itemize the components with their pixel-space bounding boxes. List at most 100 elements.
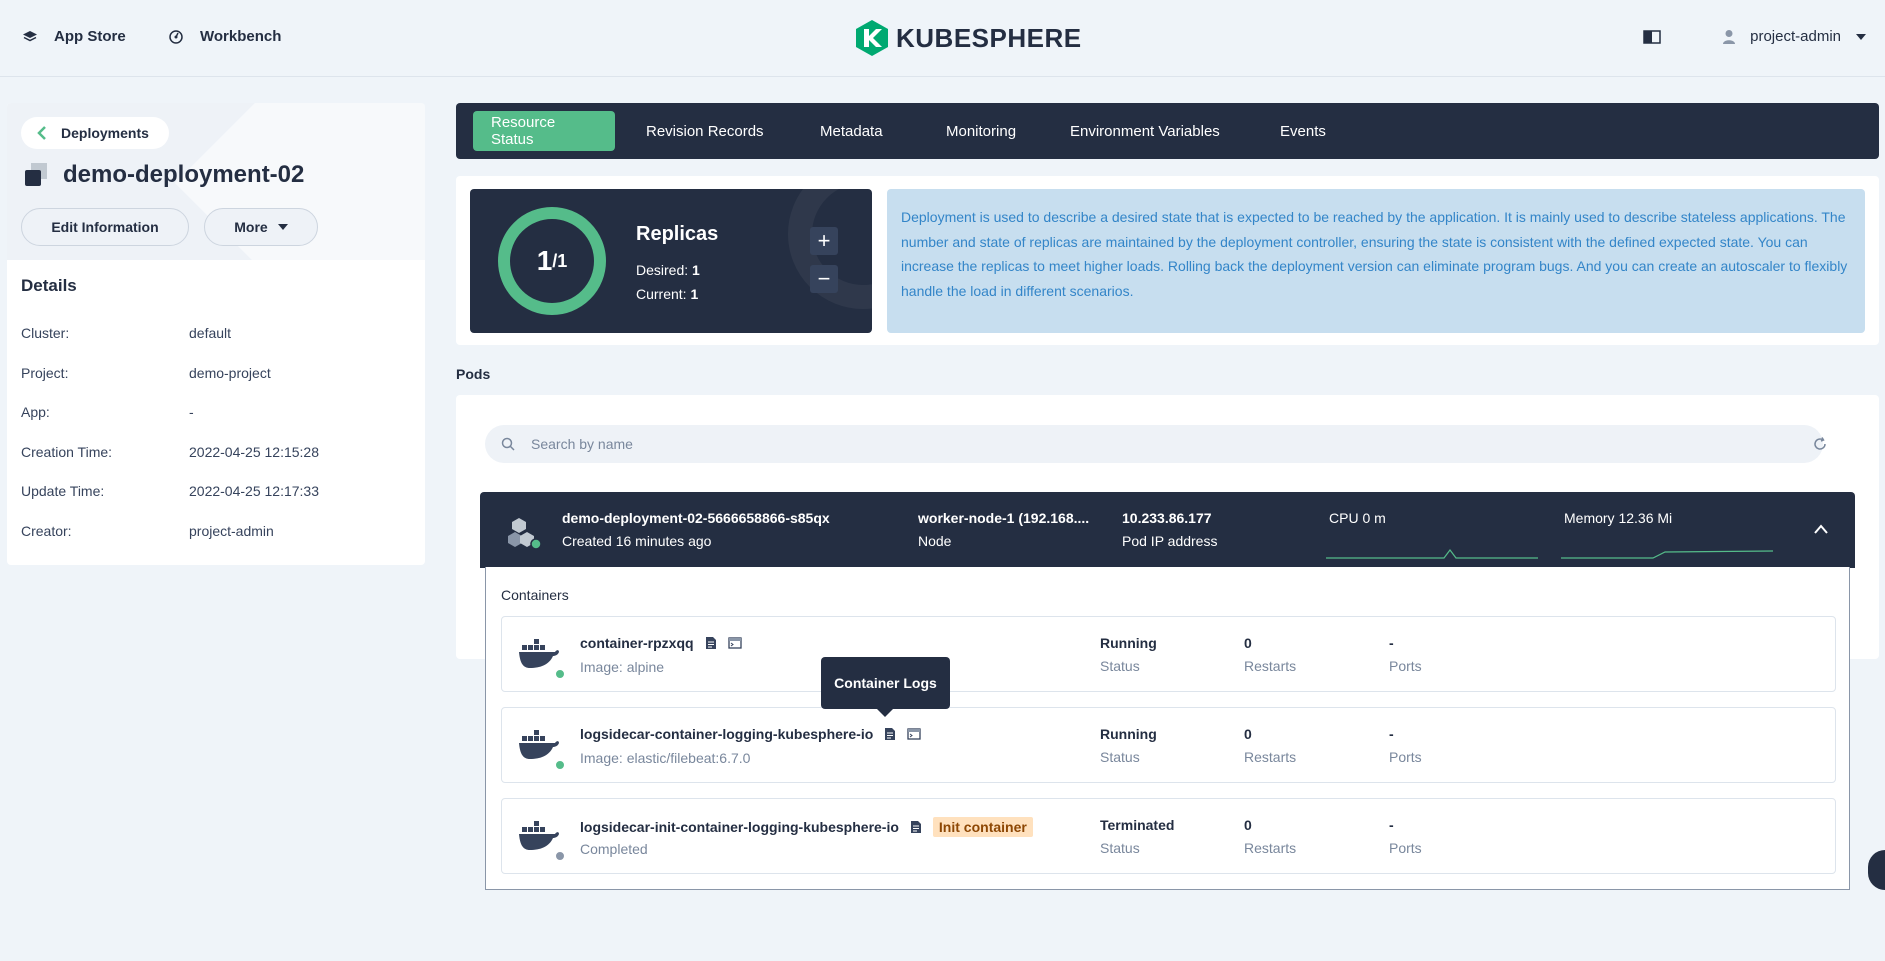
pod-ip-label: Pod IP address bbox=[1122, 533, 1218, 549]
restarts-label: Restarts bbox=[1244, 749, 1297, 765]
terminal-icon[interactable] bbox=[907, 727, 921, 741]
top-navbar: App Store Workbench KUBESPHERE project-a… bbox=[0, 0, 1885, 77]
detail-value: 2022-04-25 12:15:28 bbox=[189, 444, 319, 460]
container-name: container-rpzxqq bbox=[580, 635, 742, 651]
docker-icon bbox=[519, 730, 559, 759]
tab-events[interactable]: Events bbox=[1262, 111, 1344, 151]
workbench-label: Workbench bbox=[200, 28, 282, 45]
tab-resource-status[interactable]: Resource Status bbox=[473, 111, 615, 151]
deployment-description: Deployment is used to describe a desired… bbox=[887, 189, 1865, 333]
pod-node-label: Node bbox=[918, 533, 952, 549]
plus-icon: + bbox=[817, 228, 831, 253]
app-store-link[interactable]: App Store bbox=[22, 28, 126, 45]
scale-down-button[interactable]: − bbox=[810, 265, 838, 293]
tab-metadata[interactable]: Metadata bbox=[802, 111, 901, 151]
deployment-title: demo-deployment-02 bbox=[23, 161, 304, 189]
terminal-icon[interactable] bbox=[727, 636, 742, 650]
ports-label: Ports bbox=[1389, 658, 1422, 674]
container-status-dot bbox=[555, 851, 565, 861]
replicas-box: 1 /1 Replicas Desired: 1 Current: 1 + − bbox=[470, 189, 872, 333]
ports-label: Ports bbox=[1389, 749, 1422, 765]
cpu-sparkline bbox=[1326, 549, 1538, 559]
edit-information-button[interactable]: Edit Information bbox=[21, 208, 189, 246]
tab-environment-variables[interactable]: Environment Variables bbox=[1052, 111, 1238, 151]
container-name-text: logsidecar-init-container-logging-kubesp… bbox=[580, 819, 899, 835]
file-log-icon[interactable] bbox=[883, 727, 897, 741]
notification-icon[interactable] bbox=[1643, 30, 1661, 49]
container-name: logsidecar-init-container-logging-kubesp… bbox=[580, 817, 1033, 837]
pod-search-bar bbox=[485, 425, 1823, 463]
container-ports: - Ports bbox=[1389, 726, 1422, 765]
tab-revision-records[interactable]: Revision Records bbox=[628, 111, 782, 151]
workbench-link[interactable]: Workbench bbox=[168, 28, 281, 45]
pod-name: demo-deployment-02-5666658866-s85qx bbox=[562, 510, 830, 526]
user-icon bbox=[1723, 29, 1736, 44]
tab-monitoring[interactable]: Monitoring bbox=[928, 111, 1034, 151]
container-ports: - Ports bbox=[1389, 635, 1422, 674]
docker-icon bbox=[519, 639, 559, 668]
container-restarts: 0 Restarts bbox=[1244, 817, 1296, 856]
container-status: Running Status bbox=[1100, 726, 1157, 765]
container-status: Terminated Status bbox=[1100, 817, 1174, 856]
restarts-value: 0 bbox=[1244, 726, 1252, 742]
file-log-icon[interactable] bbox=[909, 820, 923, 834]
container-restarts: 0 Restarts bbox=[1244, 635, 1296, 674]
pod-node-cell: worker-node-1 (192.168.... Node bbox=[918, 510, 1089, 549]
docker-icon bbox=[519, 821, 559, 850]
replicas-current-number: 1 bbox=[536, 245, 553, 276]
pod-name-cell: demo-deployment-02-5666658866-s85qx Crea… bbox=[562, 510, 830, 549]
ports-value: - bbox=[1389, 817, 1394, 833]
restarts-value: 0 bbox=[1244, 817, 1252, 833]
chevron-left-icon bbox=[37, 126, 46, 140]
back-to-deployments-button[interactable]: Deployments bbox=[21, 117, 169, 149]
pod-created: Created 16 minutes ago bbox=[562, 533, 712, 549]
chevron-up-icon[interactable] bbox=[1814, 524, 1828, 534]
refresh-button[interactable] bbox=[1808, 432, 1832, 456]
container-status-dot bbox=[555, 669, 565, 679]
desired-label: Desired: bbox=[636, 262, 693, 278]
status-value: Running bbox=[1100, 726, 1157, 742]
pod-row[interactable]: demo-deployment-02-5666658866-s85qx Crea… bbox=[480, 492, 1855, 568]
container-name-text: logsidecar-container-logging-kubesphere-… bbox=[580, 726, 874, 742]
replicas-ring: 1 /1 bbox=[498, 207, 606, 315]
container-logs-tooltip: Container Logs bbox=[821, 657, 950, 717]
status-value: Running bbox=[1100, 635, 1157, 651]
status-label: Status bbox=[1100, 749, 1140, 765]
restarts-label: Restarts bbox=[1244, 658, 1297, 674]
memory-sparkline bbox=[1561, 550, 1773, 559]
detail-key: Update Time: bbox=[21, 483, 105, 499]
pod-icon bbox=[508, 518, 542, 550]
file-log-icon[interactable] bbox=[704, 636, 718, 650]
detail-key: App: bbox=[21, 404, 50, 420]
container-row[interactable]: logsidecar-container-logging-kubesphere-… bbox=[501, 707, 1836, 783]
search-icon bbox=[501, 437, 515, 451]
container-status: Running Status bbox=[1100, 635, 1157, 674]
scale-up-button[interactable]: + bbox=[810, 227, 838, 255]
more-button[interactable]: More bbox=[204, 208, 318, 246]
layers-icon bbox=[23, 30, 37, 41]
kubesphere-logo[interactable]: KUBESPHERE bbox=[856, 20, 1082, 56]
replicas-desired: Desired: 1 bbox=[636, 262, 700, 278]
containers-panel: Containers container-rpzxqq Image: alpin… bbox=[485, 567, 1850, 890]
container-image: Image: elastic/filebeat:6.7.0 bbox=[580, 750, 751, 766]
user-menu[interactable]: project-admin bbox=[1722, 28, 1867, 45]
status-value: Terminated bbox=[1100, 817, 1175, 833]
container-row[interactable]: container-rpzxqq Image: alpine Running St… bbox=[501, 616, 1836, 692]
pods-heading: Pods bbox=[456, 366, 491, 382]
replicas-title: Replicas bbox=[636, 223, 719, 245]
detail-value: project-admin bbox=[189, 523, 274, 539]
dashboard-icon bbox=[169, 29, 183, 44]
floating-toolbox-button[interactable] bbox=[1868, 850, 1885, 890]
detail-value: default bbox=[189, 325, 232, 341]
app-store-label: App Store bbox=[54, 28, 126, 45]
status-label: Status bbox=[1100, 840, 1140, 856]
pod-node: worker-node-1 (192.168.... bbox=[918, 510, 1090, 526]
chevron-down-icon bbox=[1856, 33, 1866, 40]
back-label: Deployments bbox=[61, 125, 149, 141]
restarts-value: 0 bbox=[1244, 635, 1252, 651]
container-name-text: container-rpzxqq bbox=[580, 635, 694, 651]
container-row[interactable]: logsidecar-init-container-logging-kubesp… bbox=[501, 798, 1836, 874]
pod-search-input[interactable] bbox=[529, 435, 1729, 453]
status-label: Status bbox=[1100, 658, 1140, 674]
kubesphere-logo-icon bbox=[856, 20, 888, 56]
